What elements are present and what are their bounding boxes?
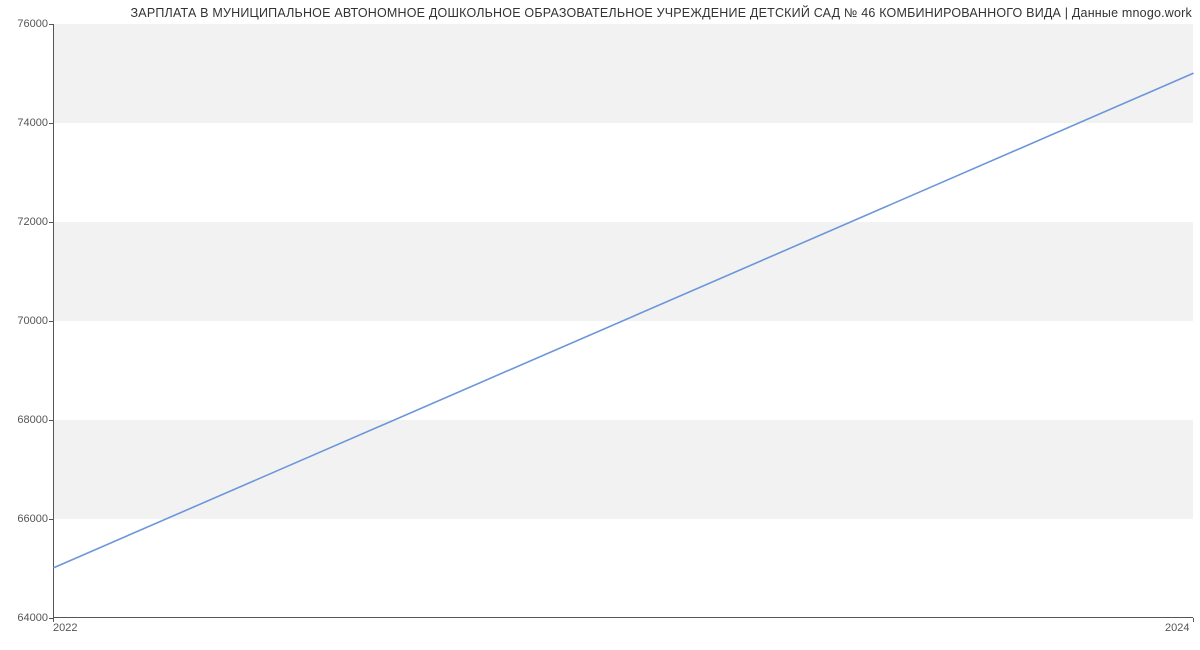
y-tick-mark [49, 321, 53, 322]
plot-area [53, 24, 1193, 618]
y-tick-label: 70000 [17, 315, 48, 327]
y-tick-mark [49, 420, 53, 421]
x-tick-mark [53, 618, 54, 622]
line-series [54, 24, 1193, 617]
y-tick-label: 74000 [17, 117, 48, 129]
y-tick-mark [49, 24, 53, 25]
y-tick-label: 64000 [17, 612, 48, 624]
y-tick-mark [49, 123, 53, 124]
y-tick-mark [49, 222, 53, 223]
chart-title: ЗАРПЛАТА В МУНИЦИПАЛЬНОЕ АВТОНОМНОЕ ДОШК… [131, 6, 1192, 20]
y-tick-label: 72000 [17, 216, 48, 228]
y-tick-mark [49, 519, 53, 520]
x-tick-mark [1193, 618, 1194, 622]
y-tick-label: 76000 [17, 18, 48, 30]
x-tick-label: 2022 [53, 622, 77, 634]
y-tick-label: 68000 [17, 414, 48, 426]
y-tick-label: 66000 [17, 513, 48, 525]
x-tick-label: 2024 [1165, 622, 1189, 634]
